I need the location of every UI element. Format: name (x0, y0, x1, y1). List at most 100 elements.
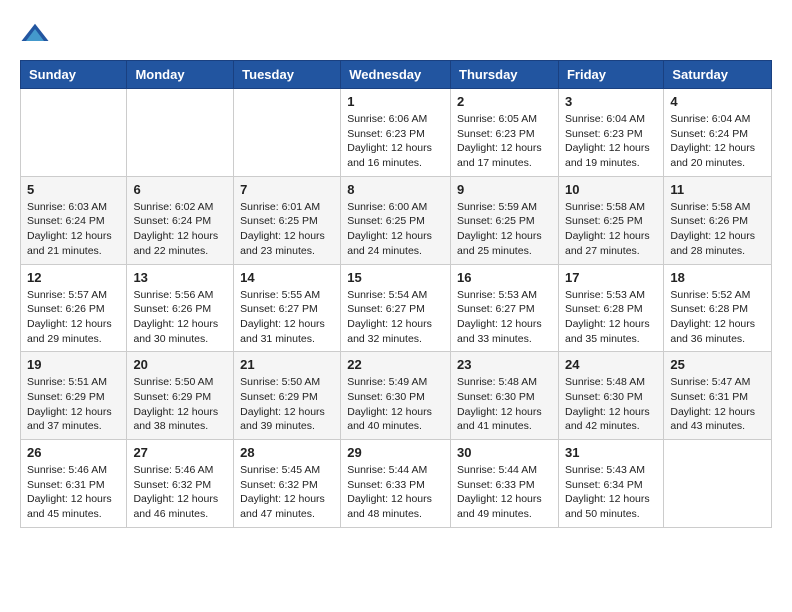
page-header (20, 20, 772, 50)
calendar-week-5: 26Sunrise: 5:46 AM Sunset: 6:31 PM Dayli… (21, 440, 772, 528)
calendar-cell: 21 Sunrise: 5:50 AM Sunset: 6:29 PM Dayli… (234, 352, 341, 440)
day-number: 9 (457, 182, 552, 197)
calendar-cell: 23Sunrise: 5:48 AM Sunset: 6:30 PM Dayli… (451, 352, 559, 440)
day-number: 3 (565, 94, 657, 109)
day-number: 6 (133, 182, 227, 197)
day-number: 19 (27, 357, 120, 372)
day-info: Sunrise: 5:59 AM Sunset: 6:25 PM Dayligh… (457, 200, 552, 259)
day-number: 5 (27, 182, 120, 197)
day-info: Sunrise: 6:00 AM Sunset: 6:25 PM Dayligh… (347, 200, 444, 259)
day-info: Sunrise: 5:58 AM Sunset: 6:25 PM Dayligh… (565, 200, 657, 259)
calendar-cell: 11 Sunrise: 5:58 AM Sunset: 6:26 PM Dayli… (664, 176, 772, 264)
calendar-week-4: 19 Sunrise: 5:51 AM Sunset: 6:29 PM Dayli… (21, 352, 772, 440)
calendar-cell: 4 Sunrise: 6:04 AM Sunset: 6:24 PM Daylig… (664, 89, 772, 177)
day-number: 10 (565, 182, 657, 197)
day-number: 31 (565, 445, 657, 460)
day-number: 1 (347, 94, 444, 109)
day-number: 4 (670, 94, 765, 109)
calendar-cell: 20 Sunrise: 5:50 AM Sunset: 6:29 PM Dayli… (127, 352, 234, 440)
day-info: Sunrise: 5:43 AM Sunset: 6:34 PM Dayligh… (565, 463, 657, 522)
day-info: Sunrise: 6:06 AM Sunset: 6:23 PM Dayligh… (347, 112, 444, 171)
calendar-cell: 14Sunrise: 5:55 AM Sunset: 6:27 PM Dayli… (234, 264, 341, 352)
day-info: Sunrise: 5:46 AM Sunset: 6:32 PM Dayligh… (133, 463, 227, 522)
calendar-cell (21, 89, 127, 177)
day-number: 16 (457, 270, 552, 285)
calendar-cell (234, 89, 341, 177)
calendar-header-thursday: Thursday (451, 61, 559, 89)
calendar-cell: 22 Sunrise: 5:49 AM Sunset: 6:30 PM Dayli… (341, 352, 451, 440)
calendar-cell: 25 Sunrise: 5:47 AM Sunset: 6:31 PM Dayli… (664, 352, 772, 440)
day-info: Sunrise: 6:03 AM Sunset: 6:24 PM Dayligh… (27, 200, 120, 259)
calendar-cell: 3Sunrise: 6:04 AM Sunset: 6:23 PM Daylig… (558, 89, 663, 177)
day-info: Sunrise: 5:48 AM Sunset: 6:30 PM Dayligh… (457, 375, 552, 434)
day-info: Sunrise: 6:05 AM Sunset: 6:23 PM Dayligh… (457, 112, 552, 171)
day-info: Sunrise: 5:44 AM Sunset: 6:33 PM Dayligh… (347, 463, 444, 522)
calendar-cell (127, 89, 234, 177)
day-info: Sunrise: 5:51 AM Sunset: 6:29 PM Dayligh… (27, 375, 120, 434)
calendar-cell: 29 Sunrise: 5:44 AM Sunset: 6:33 PM Dayli… (341, 440, 451, 528)
day-info: Sunrise: 6:02 AM Sunset: 6:24 PM Dayligh… (133, 200, 227, 259)
day-number: 2 (457, 94, 552, 109)
day-info: Sunrise: 6:01 AM Sunset: 6:25 PM Dayligh… (240, 200, 334, 259)
calendar-week-2: 5 Sunrise: 6:03 AM Sunset: 6:24 PM Daylig… (21, 176, 772, 264)
calendar-week-3: 12Sunrise: 5:57 AM Sunset: 6:26 PM Dayli… (21, 264, 772, 352)
calendar-cell: 28 Sunrise: 5:45 AM Sunset: 6:32 PM Dayli… (234, 440, 341, 528)
day-number: 15 (347, 270, 444, 285)
day-info: Sunrise: 5:54 AM Sunset: 6:27 PM Dayligh… (347, 288, 444, 347)
day-info: Sunrise: 5:45 AM Sunset: 6:32 PM Dayligh… (240, 463, 334, 522)
calendar-header-tuesday: Tuesday (234, 61, 341, 89)
day-number: 8 (347, 182, 444, 197)
day-number: 30 (457, 445, 552, 460)
calendar-table: SundayMondayTuesdayWednesdayThursdayFrid… (20, 60, 772, 528)
day-number: 27 (133, 445, 227, 460)
day-number: 11 (670, 182, 765, 197)
calendar-cell: 19 Sunrise: 5:51 AM Sunset: 6:29 PM Dayli… (21, 352, 127, 440)
calendar-cell: 24Sunrise: 5:48 AM Sunset: 6:30 PM Dayli… (558, 352, 663, 440)
calendar-cell: 12Sunrise: 5:57 AM Sunset: 6:26 PM Dayli… (21, 264, 127, 352)
day-info: Sunrise: 5:47 AM Sunset: 6:31 PM Dayligh… (670, 375, 765, 434)
day-info: Sunrise: 5:53 AM Sunset: 6:27 PM Dayligh… (457, 288, 552, 347)
day-info: Sunrise: 5:44 AM Sunset: 6:33 PM Dayligh… (457, 463, 552, 522)
calendar-cell: 6 Sunrise: 6:02 AM Sunset: 6:24 PM Daylig… (127, 176, 234, 264)
day-number: 26 (27, 445, 120, 460)
calendar-cell (664, 440, 772, 528)
day-info: Sunrise: 6:04 AM Sunset: 6:24 PM Dayligh… (670, 112, 765, 171)
calendar-cell: 17Sunrise: 5:53 AM Sunset: 6:28 PM Dayli… (558, 264, 663, 352)
calendar-cell: 1 Sunrise: 6:06 AM Sunset: 6:23 PM Daylig… (341, 89, 451, 177)
day-info: Sunrise: 5:56 AM Sunset: 6:26 PM Dayligh… (133, 288, 227, 347)
day-number: 20 (133, 357, 227, 372)
day-number: 18 (670, 270, 765, 285)
calendar-week-1: 1 Sunrise: 6:06 AM Sunset: 6:23 PM Daylig… (21, 89, 772, 177)
day-number: 7 (240, 182, 334, 197)
day-number: 25 (670, 357, 765, 372)
day-number: 29 (347, 445, 444, 460)
day-info: Sunrise: 5:57 AM Sunset: 6:26 PM Dayligh… (27, 288, 120, 347)
day-info: Sunrise: 5:52 AM Sunset: 6:28 PM Dayligh… (670, 288, 765, 347)
day-number: 21 (240, 357, 334, 372)
calendar-cell: 8 Sunrise: 6:00 AM Sunset: 6:25 PM Daylig… (341, 176, 451, 264)
day-info: Sunrise: 5:55 AM Sunset: 6:27 PM Dayligh… (240, 288, 334, 347)
day-number: 24 (565, 357, 657, 372)
logo (20, 20, 54, 50)
day-info: Sunrise: 5:49 AM Sunset: 6:30 PM Dayligh… (347, 375, 444, 434)
calendar-header-row: SundayMondayTuesdayWednesdayThursdayFrid… (21, 61, 772, 89)
calendar-cell: 10 Sunrise: 5:58 AM Sunset: 6:25 PM Dayli… (558, 176, 663, 264)
day-info: Sunrise: 5:50 AM Sunset: 6:29 PM Dayligh… (240, 375, 334, 434)
day-number: 22 (347, 357, 444, 372)
calendar-cell: 26Sunrise: 5:46 AM Sunset: 6:31 PM Dayli… (21, 440, 127, 528)
calendar-header-sunday: Sunday (21, 61, 127, 89)
calendar-cell: 13Sunrise: 5:56 AM Sunset: 6:26 PM Dayli… (127, 264, 234, 352)
day-number: 28 (240, 445, 334, 460)
calendar-header-friday: Friday (558, 61, 663, 89)
calendar-cell: 15 Sunrise: 5:54 AM Sunset: 6:27 PM Dayli… (341, 264, 451, 352)
calendar-header-monday: Monday (127, 61, 234, 89)
calendar-header-saturday: Saturday (664, 61, 772, 89)
logo-icon (20, 20, 50, 50)
calendar-cell: 31 Sunrise: 5:43 AM Sunset: 6:34 PM Dayli… (558, 440, 663, 528)
day-info: Sunrise: 5:58 AM Sunset: 6:26 PM Dayligh… (670, 200, 765, 259)
calendar-cell: 27 Sunrise: 5:46 AM Sunset: 6:32 PM Dayli… (127, 440, 234, 528)
day-info: Sunrise: 5:53 AM Sunset: 6:28 PM Dayligh… (565, 288, 657, 347)
day-info: Sunrise: 5:50 AM Sunset: 6:29 PM Dayligh… (133, 375, 227, 434)
calendar-cell: 18 Sunrise: 5:52 AM Sunset: 6:28 PM Dayli… (664, 264, 772, 352)
calendar-cell: 2 Sunrise: 6:05 AM Sunset: 6:23 PM Daylig… (451, 89, 559, 177)
